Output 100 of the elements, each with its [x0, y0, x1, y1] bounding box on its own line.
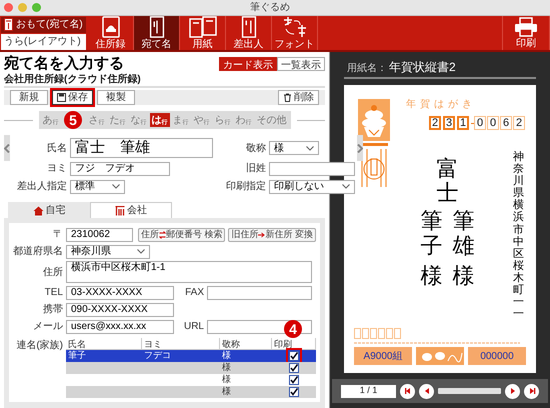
field-label: 〒: [52, 228, 63, 242]
table-cell: 様: [222, 350, 231, 360]
swap-arrows-icon: [158, 230, 166, 238]
sender-select[interactable]: 標準: [70, 180, 125, 194]
triangle-right-icon: [508, 387, 516, 395]
page-number-field[interactable]: 1 / 1: [341, 384, 396, 398]
view-toggle-tab[interactable]: 一覧表示: [277, 57, 325, 72]
recipient-address: 神奈川県横浜市中区桜木町一一: [513, 151, 524, 320]
house-icon: [32, 206, 44, 216]
maiden-name-field[interactable]: [269, 162, 355, 176]
paper-icon: [188, 16, 216, 38]
delete-button[interactable]: 削除: [278, 90, 319, 105]
checkbox[interactable]: [289, 363, 299, 373]
table-row[interactable]: 筆子 フデコ 様: [66, 350, 316, 362]
window-title: 筆ぐるめ: [250, 1, 290, 15]
field-label: URL: [182, 320, 204, 334]
new-year-gift-drawing: [416, 347, 464, 365]
address-tab[interactable]: 自宅: [8, 202, 90, 218]
field-label: TEL: [44, 286, 63, 300]
chevron-down-icon: [112, 184, 120, 189]
field-label: 連名(家族): [15, 338, 63, 353]
name-field[interactable]: 富士 筆雄: [70, 138, 213, 158]
field-label: 旧姓: [245, 162, 266, 176]
column-header: 氏名: [66, 338, 142, 349]
email-field[interactable]: users@xxx.xx.xx: [66, 320, 174, 334]
postal-code-field[interactable]: 2310062: [66, 228, 133, 242]
next-page-button[interactable]: [505, 384, 520, 398]
chevron-right-icon: [357, 144, 363, 152]
toolbar-tab[interactable]: 印刷: [502, 16, 550, 50]
honorific-select[interactable]: 様: [269, 141, 319, 155]
address-convert-button[interactable]: 旧住所 新住所 変換: [228, 228, 316, 242]
table-cell: 様: [222, 386, 231, 396]
address-textarea[interactable]: 横浜市中区桜木町1-1: [66, 261, 312, 283]
brush-font-icon: [282, 16, 308, 38]
previous-page-button[interactable]: [419, 384, 434, 398]
postal-lookup-button[interactable]: 住所 郵便番号 検索: [138, 228, 226, 242]
postal-digit-box: 1: [457, 116, 469, 130]
toolbar-tab[interactable]: 宛て名: [134, 16, 180, 50]
url-field[interactable]: [207, 320, 312, 334]
chevron-down-icon: [342, 184, 350, 189]
view-toggle-tab[interactable]: カード表示: [219, 57, 277, 72]
print-select[interactable]: 印刷しない: [269, 180, 355, 194]
table-cell: 様: [222, 362, 231, 372]
table-row[interactable]: 様: [66, 386, 316, 398]
last-page-button[interactable]: [524, 384, 539, 398]
postal-digit-box: 0: [487, 116, 499, 130]
arrow-right-icon: [258, 232, 266, 238]
toolbar-button[interactable]: 複製: [97, 90, 135, 105]
step-number-badge: 4: [284, 320, 302, 338]
postal-digit-box: 2: [429, 116, 441, 130]
checkbox[interactable]: [289, 375, 299, 385]
printer-icon: [514, 17, 538, 37]
field-label: 住所: [42, 266, 63, 280]
fax-field[interactable]: [207, 286, 312, 300]
save-button[interactable]: 保存: [52, 90, 93, 105]
page-title: 宛て名を入力する: [4, 55, 124, 74]
next-card-button[interactable]: [357, 135, 363, 161]
previous-card-button[interactable]: [4, 135, 10, 161]
side-switch-button[interactable]: おもて(宛て名): [1, 16, 86, 32]
table-cell: フデコ: [144, 350, 171, 360]
field-label: 都道府県名: [13, 244, 63, 259]
close-window-button[interactable]: [4, 3, 13, 12]
address-book-icon: [100, 16, 120, 38]
field-label: 差出人指定: [16, 180, 67, 194]
skip-forward-icon: [528, 387, 536, 395]
table-cell: 筆子: [68, 350, 86, 360]
column-header: ヨミ: [142, 338, 220, 349]
chevron-left-icon: [4, 144, 10, 152]
postal-digit-box: 3: [443, 116, 455, 130]
side-switch-button[interactable]: うら(レイアウト): [1, 34, 86, 50]
recipient-given-name: 筆雄: [452, 209, 474, 258]
field-label: FAX: [184, 286, 204, 300]
phone-field[interactable]: 03-XXXX-XXXX: [66, 286, 174, 300]
prefecture-select[interactable]: 神奈川県: [66, 244, 150, 258]
table-row[interactable]: 様: [66, 362, 316, 374]
field-label: メール: [32, 320, 63, 334]
postal-digit-box: 2: [513, 116, 525, 130]
column-header: 敬称: [220, 338, 272, 349]
skip-back-icon: [404, 387, 412, 395]
reading-field[interactable]: フジ フデオ: [70, 162, 170, 176]
triangle-left-icon: [422, 387, 430, 395]
mobile-field[interactable]: 090-XXXX-XXXX: [66, 302, 174, 316]
table-cell: 様: [222, 374, 231, 384]
postal-digit-box: 0: [474, 116, 486, 130]
field-label: 携帯: [42, 302, 63, 317]
paper-name: 年賀状縦書2: [389, 59, 456, 76]
lottery-group-strip: A9000組: [354, 347, 412, 365]
toolbar-button[interactable]: 新規: [10, 90, 48, 105]
honorific-text: 様: [420, 264, 442, 288]
lottery-number-strip: 000000: [468, 347, 526, 365]
first-page-button[interactable]: [400, 384, 415, 398]
postcard-label: 年賀はがき: [406, 98, 476, 112]
address-tab[interactable]: 会社: [90, 202, 172, 218]
paper-label: 用紙名：: [347, 62, 387, 76]
checkbox[interactable]: [289, 351, 299, 361]
recipient-surname: 富士: [436, 157, 458, 206]
address-book-name: 会社用住所録(クラウド住所録): [4, 74, 325, 88]
field-label: 印刷指定: [225, 180, 266, 194]
checkbox[interactable]: [289, 387, 299, 397]
field-label: ヨミ: [46, 162, 67, 176]
